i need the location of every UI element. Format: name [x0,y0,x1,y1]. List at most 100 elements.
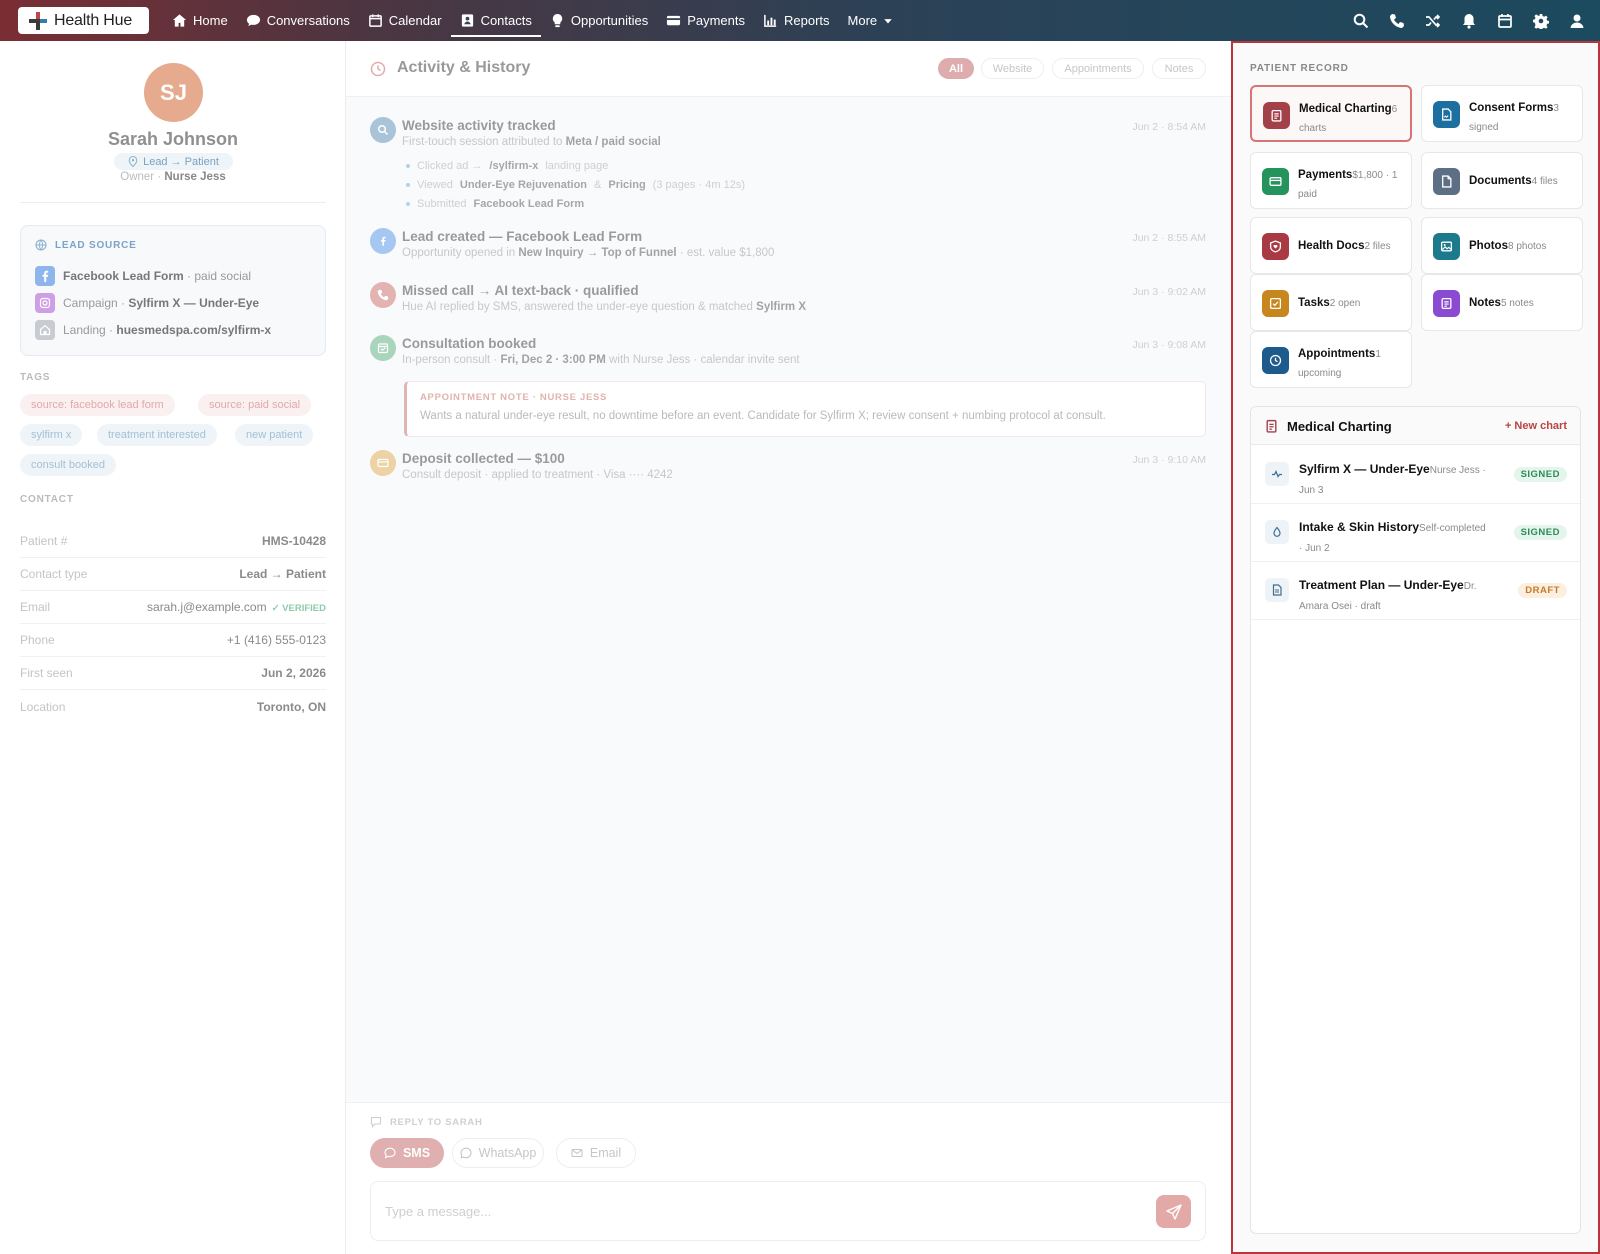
card-icon [370,450,396,476]
filter-notes[interactable]: Notes [1152,58,1206,79]
note-title: APPOINTMENT NOTE · NURSE JESS [420,392,608,403]
tag-chip[interactable]: consult booked [20,454,116,476]
landing-url[interactable]: huesmedspa.com/sylfirm-x [116,323,271,337]
tag-chip[interactable]: treatment interested [97,424,217,446]
lead-source-title: LEAD SOURCE [35,239,137,251]
new-chart-button[interactable]: + New chart [1505,420,1567,432]
file-icon [1433,168,1460,195]
website-step: Clicked ad →/sylfirm-x landing page [406,160,608,172]
owner-name: Nurse Jess [164,171,226,183]
message-input[interactable] [371,1182,1131,1240]
record-card-medical-charting[interactable]: Medical Charting6 charts [1250,85,1412,142]
tag-chip[interactable]: new patient [235,424,314,446]
credit-card-icon [667,15,681,26]
appointment-note: APPOINTMENT NOTE · NURSE JESS Wants a na… [404,381,1206,437]
nav-label: Payments [687,13,746,28]
channel-whatsapp[interactable]: WhatsApp [452,1138,544,1168]
record-card-photos[interactable]: Photos8 photos [1421,217,1583,274]
gear-icon[interactable] [1531,11,1550,30]
filter-appointments[interactable]: Appointments [1052,58,1144,79]
contact-row-first-seen: First seen Jun 2, 2026 [20,657,326,690]
event-title: Lead created — Facebook Lead Form [402,229,643,244]
status-badge: SIGNED [1513,467,1567,482]
send-button[interactable] [1156,1195,1191,1228]
phone-value[interactable]: +1 (416) 555-0123 [227,633,326,647]
nav-opportunities[interactable]: Opportunities [541,0,657,41]
tag-chip[interactable]: sylfirm x [20,424,83,446]
shuffle-icon[interactable] [1423,11,1442,30]
notes-icon [1433,290,1460,317]
record-card-appointments[interactable]: Appointments1 upcoming [1250,331,1412,388]
globe-icon [35,239,47,251]
nav-label: Home [193,13,228,28]
event-subtitle: Opportunity opened in New Inquiry → Top … [402,247,775,259]
nav-more[interactable]: More [839,0,903,41]
credit-card-icon [1262,168,1289,195]
clipboard-icon [1263,102,1290,129]
nav-home[interactable]: Home [163,0,237,41]
brand-logo[interactable]: Health Hue [18,7,149,34]
nav-label: Conversations [266,13,350,28]
chart-row[interactable]: Treatment Plan — Under-EyeDr. Amara Osei … [1251,562,1580,620]
chat-icon [246,14,260,27]
phone-icon[interactable] [1387,11,1406,30]
event-subtitle: Consult deposit · applied to treatment ·… [402,469,673,481]
user-icon[interactable] [1567,11,1586,30]
owner-line: Owner · Nurse Jess [0,171,346,183]
medical-charting-header: Medical Charting + New chart [1251,407,1580,445]
landing-page-icon [35,320,55,340]
record-card-tasks[interactable]: Tasks2 open [1250,274,1412,331]
filter-all[interactable]: All [938,58,974,79]
event-subtitle: First-touch session attributed to Meta /… [402,136,661,148]
search-icon [370,117,396,143]
nav-label: Reports [784,13,830,28]
bar-chart-icon [764,14,777,27]
lead-source-card: LEAD SOURCE Facebook Lead Form · paid so… [20,225,326,356]
event-time: Jun 2 · 8:55 AM [1132,232,1206,244]
nav-calendar[interactable]: Calendar [359,0,451,41]
message-box [370,1181,1206,1241]
clipboard-icon [1266,419,1277,433]
bell-icon[interactable] [1459,11,1478,30]
contact-name: Sarah Johnson [107,129,239,149]
nav-reports[interactable]: Reports [754,0,839,41]
chart-row[interactable]: Intake & Skin HistorySelf-completed · Jun… [1251,504,1580,562]
nav-contacts[interactable]: Contacts [450,0,542,41]
heart-shield-icon [1262,233,1289,260]
nav-conversations[interactable]: Conversations [237,0,359,41]
patient-record-panel: PATIENT RECORD Medical Charting6 charts C… [1231,41,1600,1254]
nav-label: More [847,13,878,28]
contact-row-phone: Phone +1 (416) 555-0123 [20,624,326,657]
nav-payments[interactable]: Payments [657,0,754,41]
email-value[interactable]: sarah.j@example.com [147,600,267,614]
tag-chip[interactable]: source: facebook lead form [20,394,175,416]
calendar-icon[interactable] [1495,11,1514,30]
contact-type-badge: Lead → Patient [114,153,233,170]
contact-card-icon [461,14,473,27]
record-card-consent-forms[interactable]: Consent Forms3 signed [1421,85,1583,142]
record-card-documents[interactable]: Documents4 files [1421,152,1583,209]
activity-panel: Activity & History All Website Appointme… [346,41,1231,1254]
pulse-icon [1265,462,1289,486]
record-card-notes[interactable]: Notes5 notes [1421,274,1583,331]
contact-title: CONTACT [20,494,74,505]
top-navigation-bar: Health Hue Home Conversations Calendar C… [0,0,1600,41]
avatar: SJ [144,63,203,122]
clock-icon [1262,347,1289,374]
website-step: Submitted Facebook Lead Form [406,198,584,210]
tag-chip[interactable]: source: paid social [198,394,312,416]
filter-website[interactable]: Website [981,58,1044,79]
search-icon[interactable] [1351,11,1370,30]
verified-badge: ✓ VERIFIED [271,603,326,614]
record-card-health-docs[interactable]: Health Docs2 files [1250,217,1412,274]
activity-title: Activity & History [397,59,531,76]
chat-bubble-icon [384,1147,396,1159]
campaign-name: Sylfirm X — Under-Eye [128,296,260,310]
chart-row[interactable]: Sylfirm X — Under-EyeNurse Jess · Jun 3 S… [1251,446,1580,504]
caret-down-icon [884,18,892,23]
main-nav: Home Conversations Calendar Contacts Opp… [163,0,902,41]
channel-email[interactable]: Email [556,1138,636,1168]
record-card-payments[interactable]: Payments$1,800 · 1 paid [1250,152,1412,209]
lead-source-row-landing: Landing · huesmedspa.com/sylfirm-x [35,320,271,340]
channel-sms[interactable]: SMS [370,1138,444,1168]
